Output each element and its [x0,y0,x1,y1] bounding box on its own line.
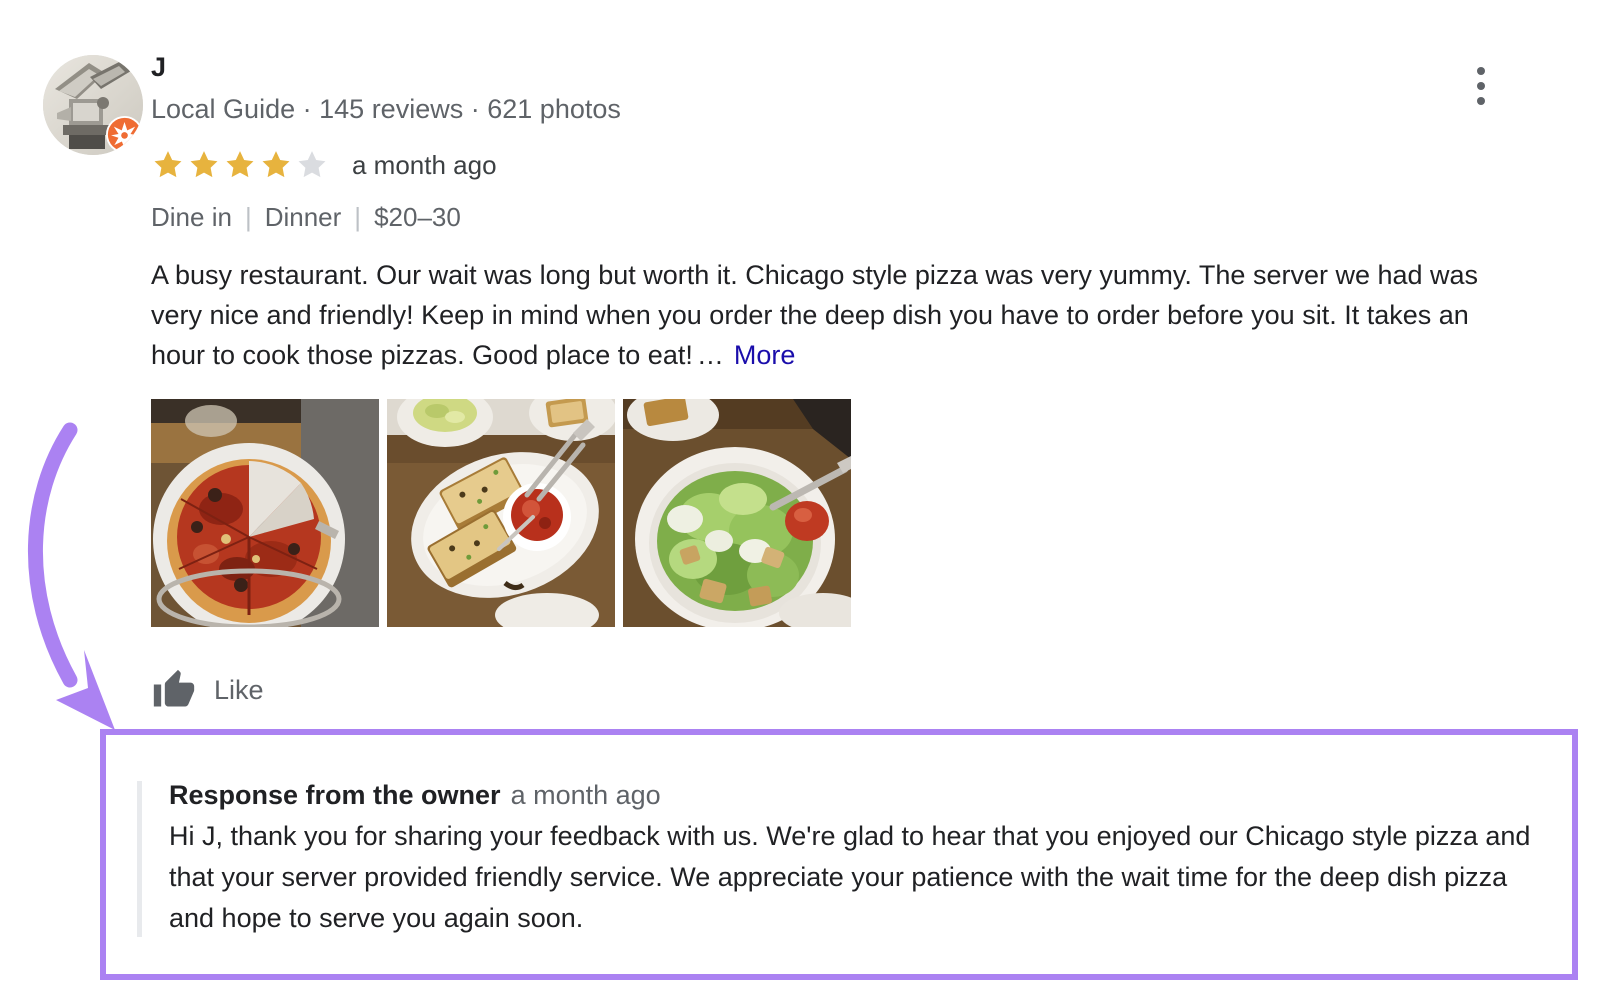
owner-response: Response from the owner a month ago Hi J,… [169,775,1546,939]
review-attribute: Dine in [151,202,232,232]
like-label: Like [214,674,264,705]
local-guide-badge-icon [106,116,143,153]
three-dot-menu-icon[interactable] [1470,67,1492,111]
star-rating [150,148,330,182]
response-quote-bar [137,781,142,937]
review-photo-pizza[interactable] [151,399,379,627]
thumbs-up-icon [153,669,195,707]
star-filled-icon [262,151,290,178]
more-link[interactable]: More [734,340,796,370]
reviewer-meta: Local Guide · 145 reviews · 621 photos [151,94,621,125]
local-guide-label: Local Guide [151,94,296,124]
owner-response-title: Response from the owner [169,780,501,810]
attribute-divider: | [244,202,252,232]
review-age: a month ago [352,149,497,180]
menu-dot-2 [1477,82,1485,90]
menu-dot-1 [1477,67,1485,75]
review-attribute: Dinner [264,202,342,232]
star-filled-icon [190,151,218,178]
owner-response-body: Hi J, thank you for sharing your feedbac… [169,821,1531,933]
review-text-content: A busy restaurant. Our wait was long but… [151,260,1479,370]
photos-count: 621 photos [487,94,621,124]
rating-row: a month ago [150,148,497,182]
review-attributes: Dine in | Dinner | $20–30 [151,202,461,233]
owner-response-age: a month ago [510,780,661,810]
review-card: J Local Guide · 145 reviews · 621 photos… [0,0,1600,998]
attribute-divider: | [354,202,362,232]
review-photo-salad[interactable] [623,399,851,627]
star-filled-icon [226,151,254,178]
star-empty-icon [298,151,326,178]
avatar[interactable] [43,55,143,155]
review-attribute: $20–30 [374,202,461,232]
meta-separator-1: · [302,94,312,124]
menu-dot-3 [1477,97,1485,105]
reviews-count: 145 reviews [319,94,464,124]
owner-response-highlight-box: Response from the owner a month ago Hi J,… [100,729,1578,980]
star-filled-icon [154,151,182,178]
review-text: A busy restaurant. Our wait was long but… [151,255,1501,375]
review-text-ellipsis: … [696,340,724,370]
owner-response-header: Response from the owner a month ago [169,775,1546,816]
reviewer-name[interactable]: J [151,52,166,83]
review-photos [151,399,851,627]
review-photo-bread[interactable] [387,399,615,627]
meta-separator-2: · [470,94,480,124]
like-button[interactable]: Like [152,668,264,712]
